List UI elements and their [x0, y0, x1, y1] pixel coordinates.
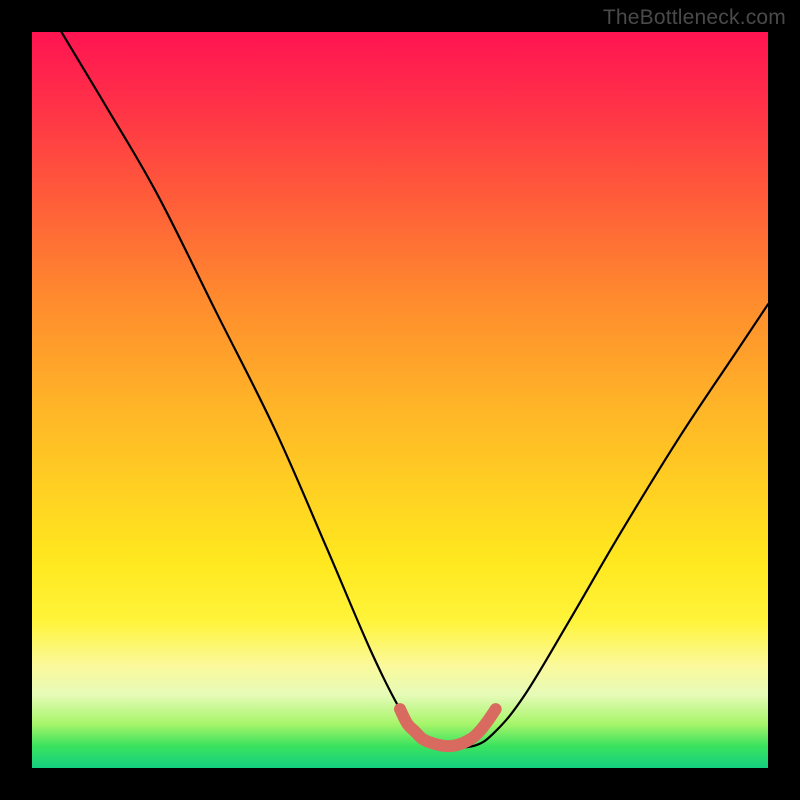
chart-frame: TheBottleneck.com — [0, 0, 800, 800]
curve-svg — [32, 32, 768, 768]
optimal-range-marker — [400, 709, 496, 746]
bottleneck-curve — [61, 32, 768, 747]
plot-area — [32, 32, 768, 768]
watermark-text: TheBottleneck.com — [603, 6, 786, 30]
